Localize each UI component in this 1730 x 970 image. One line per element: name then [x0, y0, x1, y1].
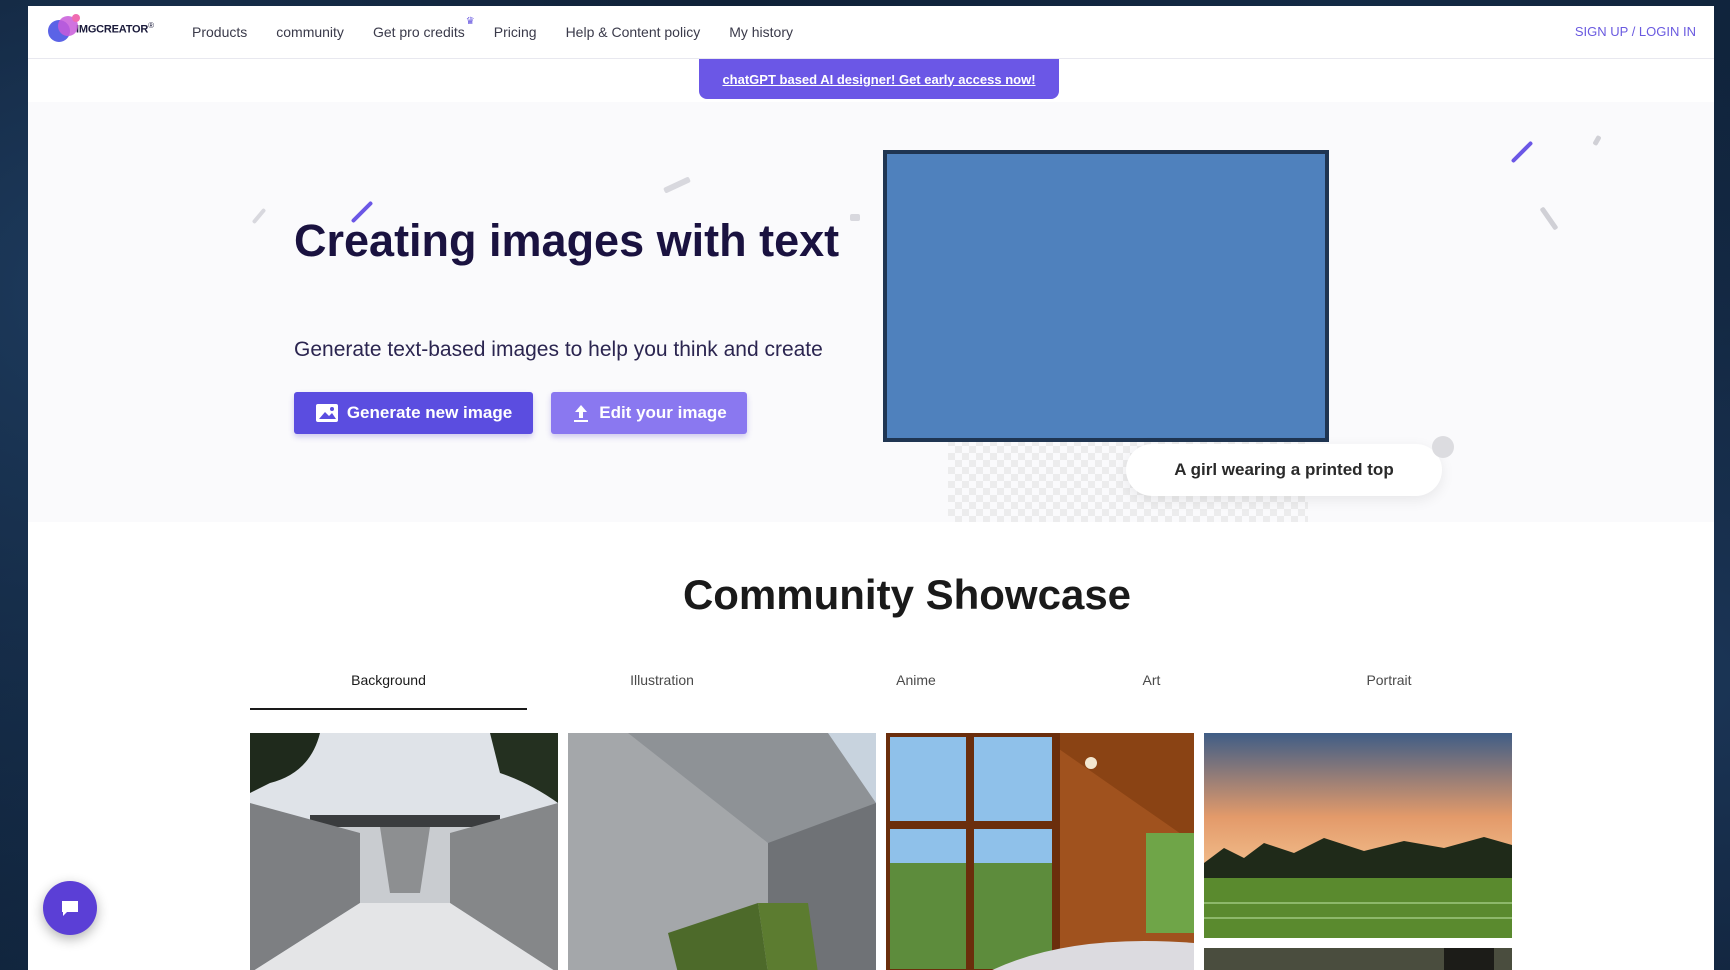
crown-icon: ♛ — [465, 16, 475, 27]
decor-line — [1539, 206, 1559, 231]
tab-portrait[interactable]: Portrait — [1268, 666, 1510, 714]
decor-line — [251, 207, 267, 225]
decor-line — [663, 176, 691, 194]
promo-banner-link[interactable]: chatGPT based AI designer! Get early acc… — [722, 72, 1035, 87]
gallery-image[interactable] — [568, 733, 876, 970]
web-page: IMGCREATOR® Products community Get pro c… — [28, 6, 1714, 970]
gallery-image[interactable] — [886, 733, 1194, 970]
nav-item-help[interactable]: Help & Content policy — [566, 24, 701, 40]
tab-illustration[interactable]: Illustration — [527, 666, 797, 714]
edit-your-image-label: Edit your image — [599, 403, 727, 422]
tab-art[interactable]: Art — [1035, 666, 1268, 714]
image-icon — [315, 404, 338, 422]
nav-item-pricing[interactable]: Pricing — [494, 24, 537, 40]
generate-new-image-button[interactable]: Generate new image — [294, 392, 533, 434]
tab-anime[interactable]: Anime — [797, 666, 1035, 714]
tab-background[interactable]: Background — [250, 666, 527, 710]
nav-item-community[interactable]: community — [276, 24, 344, 40]
hero-title: Creating images with text — [294, 215, 840, 266]
nav-item-get-pro-credits[interactable]: Get pro credits ♛ — [372, 16, 475, 40]
showcase-title: Community Showcase — [682, 571, 1132, 618]
cursor-dot — [1432, 436, 1454, 458]
promo-banner: chatGPT based AI designer! Get early acc… — [699, 59, 1059, 99]
showcase-gallery — [250, 733, 1538, 970]
nav-item-history[interactable]: My history — [729, 24, 793, 40]
gallery-image[interactable] — [1204, 948, 1512, 970]
logo[interactable]: IMGCREATOR® — [48, 14, 154, 42]
showcase-tabs: Background Illustration Anime Art Portra… — [250, 666, 1538, 714]
gallery-image[interactable] — [250, 733, 558, 970]
decor-line — [1592, 134, 1602, 147]
sample-prompt-text: A girl wearing a printed top — [1174, 460, 1394, 479]
chat-icon — [62, 901, 78, 916]
nav-links: Products community Get pro credits ♛ Pri… — [192, 6, 822, 58]
hero-section: Creating images with text Generate text-… — [28, 102, 1714, 522]
decor-line — [1510, 140, 1534, 164]
hero-subtitle: Generate text-based images to help you t… — [294, 338, 823, 361]
chat-button[interactable] — [43, 881, 97, 935]
logo-mark-icon — [48, 14, 82, 42]
top-navigation: IMGCREATOR® Products community Get pro c… — [28, 6, 1714, 59]
hero-preview-image — [883, 150, 1329, 442]
upload-icon — [574, 405, 589, 422]
nav-item-products[interactable]: Products — [192, 24, 247, 40]
sample-prompt-card: A girl wearing a printed top — [1126, 444, 1442, 496]
gallery-image[interactable] — [1204, 733, 1512, 938]
logo-text: IMGCREATOR® — [76, 20, 154, 36]
edit-your-image-button[interactable]: Edit your image — [551, 392, 747, 434]
nav-item-get-pro-credits-label: Get pro credits — [372, 24, 465, 40]
signup-login-link[interactable]: SIGN UP / LOGIN IN — [1575, 24, 1696, 39]
generate-new-image-label: Generate new image — [346, 403, 513, 422]
